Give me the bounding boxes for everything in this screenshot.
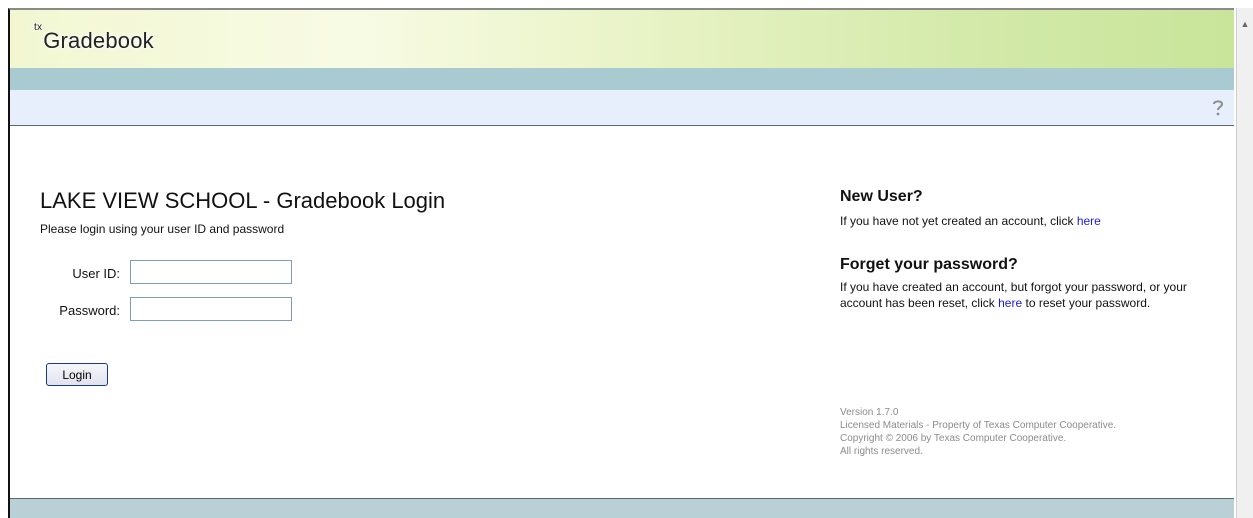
tool-bar (10, 90, 1234, 126)
logo-text: Gradebook (43, 28, 154, 53)
forgot-password-suffix: to reset your password. (1025, 296, 1151, 310)
forgot-password-section: Forget your password? If you have create… (840, 256, 1200, 311)
main-content: LAKE VIEW SCHOOL - Gradebook Login Pleas… (10, 126, 1234, 498)
copyright-text: Copyright © 2006 by Texas Computer Coope… (840, 433, 1067, 444)
user-id-label: User ID: (72, 266, 120, 281)
rights-text: All rights reserved. (840, 446, 923, 457)
gradebook-logo: txGradebook (34, 22, 154, 54)
app-header: txGradebook (10, 10, 1234, 68)
nav-bar (10, 68, 1234, 90)
forgot-password-text: If you have created an account, but forg… (840, 279, 1195, 311)
scroll-up-icon[interactable]: ▲ (1237, 16, 1253, 32)
version-info: Version 1.7.0 Licensed Materials - Prope… (840, 406, 1116, 458)
password-input[interactable] (130, 297, 292, 321)
new-user-heading: New User? (840, 188, 923, 205)
version-number: Version 1.7.0 (840, 407, 899, 418)
help-icon[interactable] (1210, 99, 1226, 117)
vertical-scrollbar[interactable]: ▲ (1236, 8, 1253, 518)
login-button[interactable]: Login (46, 363, 108, 386)
reset-password-link[interactable]: here (998, 296, 1022, 310)
footer-bar (10, 498, 1234, 518)
user-id-input[interactable] (130, 260, 292, 284)
browser-content-window: txGradebook LAKE VIEW SCHOOL - Gradebook… (8, 8, 1234, 518)
new-user-section: New User? If you have not yet created an… (840, 188, 1101, 229)
logo-superscript: tx (34, 21, 43, 33)
help-icon-graphic (1213, 100, 1224, 116)
window-top-edge (0, 0, 1253, 8)
forgot-password-heading: Forget your password? (840, 256, 1018, 273)
page-title: LAKE VIEW SCHOOL - Gradebook Login (40, 188, 446, 213)
login-instructions: Please login using your user ID and pass… (40, 222, 285, 236)
license-text: Licensed Materials - Property of Texas C… (840, 420, 1117, 431)
new-user-description: If you have not yet created an account, … (840, 214, 1074, 228)
create-account-link[interactable]: here (1077, 214, 1101, 228)
new-user-text: If you have not yet created an account, … (840, 213, 1101, 229)
password-label: Password: (59, 303, 120, 318)
